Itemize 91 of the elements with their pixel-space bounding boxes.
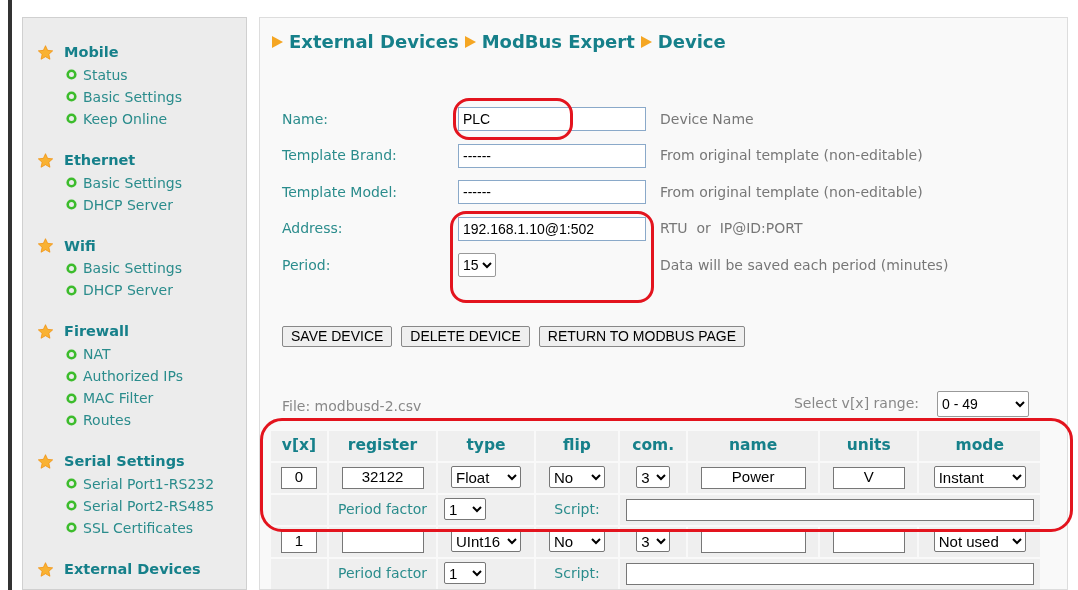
sidebar-section-title[interactable]: Firewall (64, 321, 129, 343)
text-field[interactable]: PLC (458, 107, 646, 132)
star-icon (37, 561, 54, 578)
table-input[interactable] (341, 530, 424, 553)
bullet-icon (66, 522, 77, 534)
bullet-icon (66, 91, 77, 103)
text-field[interactable]: ------ (458, 143, 646, 168)
field-hint: Data will be saved each period (minutes) (660, 255, 949, 275)
column-header: mode (919, 430, 1040, 461)
breadcrumb-link[interactable]: External Devices (289, 28, 459, 55)
triangle-icon (272, 35, 283, 48)
field-label: Period: (281, 255, 332, 275)
table-input[interactable]: 1 (281, 530, 317, 553)
sidebar-section-title[interactable]: Mobile (64, 42, 119, 64)
text-field[interactable]: ------ (458, 180, 646, 205)
table-input[interactable] (832, 530, 905, 553)
field-label: Template Model: (281, 182, 399, 202)
table-input[interactable]: 0 (281, 466, 317, 489)
column-header: com. (620, 430, 687, 461)
bullet-icon (66, 392, 77, 404)
script-label: Script: (554, 565, 600, 581)
bullet-icon (66, 414, 77, 426)
triangle-icon (464, 35, 476, 48)
range-label: Select v[x] range: (794, 394, 919, 413)
table-select[interactable]: UInt16 (451, 530, 521, 553)
period-select[interactable]: 15 (458, 253, 496, 278)
column-header: v[x] (271, 430, 327, 461)
sidebar-link[interactable]: DHCP Server (83, 279, 173, 302)
column-header: name (688, 430, 818, 461)
table-input[interactable]: Power (700, 466, 806, 489)
bullet-icon (66, 199, 77, 210)
table-select[interactable]: 1 (444, 498, 486, 521)
table-select[interactable]: No (549, 466, 605, 489)
bullet-icon (66, 69, 77, 81)
sidebar-link[interactable]: SSL Certificates (83, 516, 194, 539)
table-input[interactable] (626, 562, 1034, 585)
table-select[interactable]: Instant (933, 466, 1026, 489)
sidebar-section-title[interactable]: External Devices (64, 558, 201, 581)
field-hint: RTU or IP@ID:PORT (660, 219, 803, 239)
action-button[interactable]: SAVE DEVICE (282, 325, 393, 347)
period-factor-label: Period factor (337, 501, 428, 517)
range-select[interactable]: 0 - 49 (937, 390, 1029, 417)
bullet-icon (66, 113, 77, 125)
script-label: Script: (554, 501, 600, 517)
sidebar-link[interactable]: Serial Port1-RS232 (83, 472, 215, 495)
period-factor-label: Period factor (337, 565, 428, 581)
action-button[interactable]: DELETE DEVICE (401, 325, 530, 347)
sidebar-section-title[interactable]: Wifi (64, 235, 96, 258)
file-label: File: modbusd-2.csv (282, 396, 422, 416)
star-icon (37, 152, 54, 169)
column-header: type (438, 430, 534, 461)
table-select[interactable]: 3 (636, 530, 671, 553)
table-input[interactable]: 32122 (341, 466, 424, 489)
bullet-icon (66, 478, 77, 490)
sidebar-section-title[interactable]: Serial Settings (64, 451, 185, 473)
bullet-icon (66, 262, 77, 274)
sidebar-link[interactable]: Serial Port2-RS485 (83, 494, 215, 517)
bullet-icon (66, 284, 77, 296)
text-field[interactable]: 192.168.1.10@1:502 (458, 216, 646, 241)
field-label: Template Brand: (281, 146, 398, 166)
bullet-icon (66, 348, 77, 360)
column-header: flip (536, 430, 618, 461)
table-input[interactable] (626, 498, 1034, 521)
table-input[interactable]: V (832, 466, 905, 489)
breadcrumb-link[interactable]: Device (657, 28, 726, 55)
star-icon (37, 324, 54, 341)
star-icon (37, 44, 54, 61)
action-button[interactable]: RETURN TO MODBUS PAGE (538, 325, 746, 347)
table-select[interactable]: Float (451, 466, 521, 489)
field-label: Name: (281, 109, 330, 129)
star-icon (37, 238, 54, 255)
bullet-icon (66, 370, 77, 382)
field-label: Address: (281, 219, 344, 239)
sidebar-link[interactable]: DHCP Server (83, 193, 173, 216)
field-hint: From original template (non-editable) (660, 146, 923, 166)
star-icon (37, 453, 54, 470)
field-hint: From original template (non-editable) (660, 182, 923, 202)
table-input[interactable] (700, 530, 806, 553)
table-select[interactable]: 3 (636, 466, 671, 489)
bullet-icon (66, 500, 77, 512)
column-header: units (819, 430, 918, 461)
field-hint: Device Name (660, 109, 754, 129)
table-select[interactable]: Not used (933, 530, 1026, 553)
table-select[interactable]: 1 (444, 562, 486, 585)
bullet-icon (66, 177, 77, 188)
column-header: register (329, 430, 436, 461)
triangle-icon (640, 35, 652, 48)
breadcrumb-link[interactable]: ModBus Expert (481, 28, 635, 55)
sidebar-section-title[interactable]: Ethernet (64, 149, 136, 172)
table-select[interactable]: No (549, 530, 605, 553)
sidebar-link[interactable]: Keep Online (83, 107, 168, 130)
